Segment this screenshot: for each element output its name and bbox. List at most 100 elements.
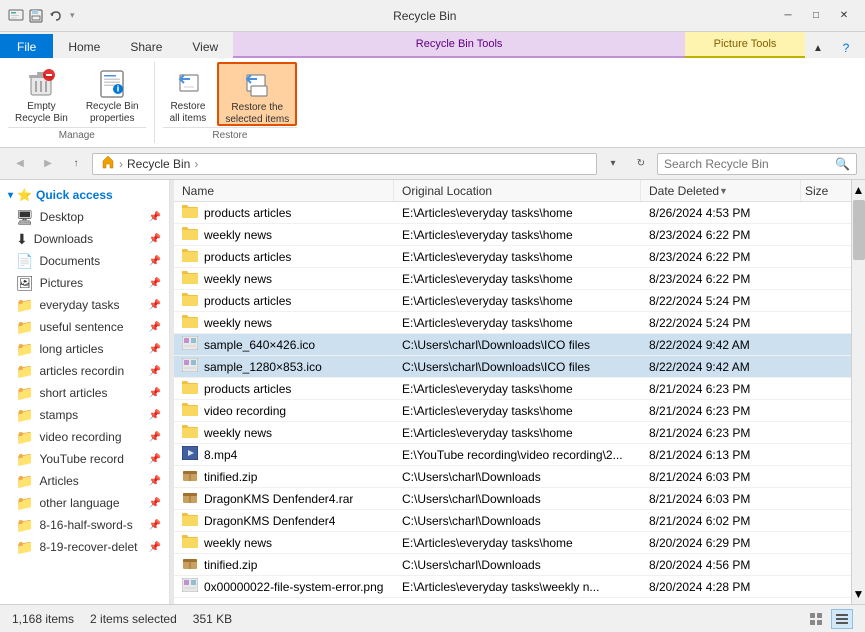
view-large-button[interactable] [805,609,827,629]
sidebar-item-8-16-half-sword[interactable]: 📁 8-16-half-sword-s 📌 [0,514,169,536]
table-row[interactable]: tinified.zip C:\Users\charl\Downloads 8/… [174,466,851,488]
sidebar-item-stamps[interactable]: 📁 stamps 📌 [0,404,169,426]
name-col-label: Name [182,184,214,198]
sidebar-item-video-recording[interactable]: 📁 video recording 📌 [0,426,169,448]
table-row[interactable]: DragonKMS Denfender4.rar C:\Users\charl\… [174,488,851,510]
table-row[interactable]: products articles E:\Articles\everyday t… [174,246,851,268]
file-date: 8/20/2024 4:56 PM [641,558,801,572]
everyday-tasks-label: everyday tasks [39,298,144,312]
long-articles-pin: 📌 [149,344,161,355]
file-list: products articles E:\Articles\everyday t… [174,202,851,604]
search-input[interactable] [664,157,835,171]
file-location: E:\Articles\everyday tasks\home [394,316,641,330]
empty-recycle-icon [25,67,57,99]
file-icon [182,424,198,441]
table-row[interactable]: DragonKMS Denfender4 C:\Users\charl\Down… [174,510,851,532]
sidebar-item-desktop[interactable]: 🖥 Desktop 📌 [0,206,169,228]
col-header-name[interactable]: Name [174,180,394,201]
useful-sentence-pin: 📌 [149,322,161,333]
short-articles-pin: 📌 [149,388,161,399]
file-location: E:\Articles\everyday tasks\home [394,536,641,550]
youtube-record-icon: 📁 [16,451,33,468]
video-recording-pin: 📌 [149,432,161,443]
col-header-location[interactable]: Original Location [394,180,641,201]
8-16-pin: 📌 [149,520,161,531]
sidebar-item-pictures[interactable]: 🖼 Pictures 📌 [0,272,169,294]
address-path[interactable]: › Recycle Bin › [92,153,597,175]
other-language-pin: 📌 [149,498,161,509]
search-box[interactable]: 🔍 [657,153,857,175]
col-header-date[interactable]: Date Deleted ▼ [641,180,801,201]
ribbon-collapse[interactable]: ▲ [805,38,831,58]
table-row[interactable]: products articles E:\Articles\everyday t… [174,290,851,312]
table-row[interactable]: video recording E:\Articles\everyday tas… [174,400,851,422]
quick-access-expand: ▾ [8,190,13,201]
tab-file[interactable]: File [0,34,53,58]
view-details-button[interactable] [831,609,853,629]
file-icon [182,292,198,309]
undo-icon[interactable] [48,8,64,24]
file-date: 8/21/2024 6:03 PM [641,492,801,506]
scroll-thumb[interactable] [853,200,865,260]
sidebar-item-articles[interactable]: 📁 Articles 📌 [0,470,169,492]
sidebar-item-8-19-recover[interactable]: 📁 8-19-recover-delet 📌 [0,536,169,558]
table-row[interactable]: weekly news E:\Articles\everyday tasks\h… [174,312,851,334]
sidebar-item-long-articles[interactable]: 📁 long articles 📌 [0,338,169,360]
view-controls [805,609,853,629]
forward-button[interactable]: ▶ [36,152,60,176]
size-col-label: Size [805,184,828,198]
file-name-cell: products articles [174,248,394,265]
file-name-cell: weekly news [174,226,394,243]
table-row[interactable]: products articles E:\Articles\everyday t… [174,378,851,400]
desktop-pin: 📌 [149,212,161,223]
scroll-up[interactable]: ▲ [852,180,865,200]
sidebar-item-everyday-tasks[interactable]: 📁 everyday tasks 📌 [0,294,169,316]
table-row[interactable]: weekly news E:\Articles\everyday tasks\h… [174,532,851,554]
recycle-bin-properties-button[interactable]: Recycle Binproperties [79,62,146,126]
scroll-track[interactable]: ▲ ▼ [851,180,865,604]
scroll-down[interactable]: ▼ [852,584,865,604]
sidebar-item-useful-sentence[interactable]: 📁 useful sentence 📌 [0,316,169,338]
tab-share[interactable]: Share [115,34,177,58]
minimize-button[interactable]: ─ [775,6,801,26]
file-icon [182,556,198,573]
file-location: E:\Articles\everyday tasks\home [394,426,641,440]
maximize-button[interactable]: □ [803,6,829,26]
table-row[interactable]: sample_1280×853.ico C:\Users\charl\Downl… [174,356,851,378]
empty-recycle-bin-button[interactable]: EmptyRecycle Bin [8,62,75,126]
restore-all-button[interactable]: Restoreall items [163,62,214,126]
table-row[interactable]: weekly news E:\Articles\everyday tasks\h… [174,268,851,290]
table-row[interactable]: sample_640×426.ico C:\Users\charl\Downlo… [174,334,851,356]
file-area: Name Original Location Date Deleted ▼ Si… [174,180,851,604]
back-button[interactable]: ◀ [8,152,32,176]
tab-view[interactable]: View [177,34,233,58]
refresh-button[interactable]: ↻ [629,152,653,176]
breadcrumb-current[interactable]: Recycle Bin [127,157,190,171]
table-row[interactable]: tinified.zip C:\Users\charl\Downloads 8/… [174,554,851,576]
table-row[interactable]: weekly news E:\Articles\everyday tasks\h… [174,224,851,246]
selected-size: 351 KB [193,612,232,626]
sidebar-section-quick-access[interactable]: ▾ ⭐ Quick access [0,184,169,206]
file-name: sample_640×426.ico [204,338,315,352]
table-row[interactable]: 8.mp4 E:\YouTube recording\video recordi… [174,444,851,466]
home-icon [101,155,115,172]
help-button[interactable]: ? [833,38,859,58]
sidebar-item-downloads[interactable]: ⬇ Downloads 📌 [0,228,169,250]
table-row[interactable]: products articles E:\Articles\everyday t… [174,202,851,224]
restore-selected-button[interactable]: Restore theselected items [217,62,297,126]
save-icon[interactable] [28,8,44,24]
sidebar-item-articles-recording[interactable]: 📁 articles recordin 📌 [0,360,169,382]
file-location: E:\Articles\everyday tasks\home [394,250,641,264]
sidebar-item-documents[interactable]: 📄 Documents 📌 [0,250,169,272]
sidebar-item-other-language[interactable]: 📁 other language 📌 [0,492,169,514]
col-header-size[interactable]: Size [801,180,851,201]
table-row[interactable]: weekly news E:\Articles\everyday tasks\h… [174,422,851,444]
sidebar-item-short-articles[interactable]: 📁 short articles 📌 [0,382,169,404]
close-button[interactable]: ✕ [831,6,857,26]
tab-home[interactable]: Home [53,34,115,58]
recent-locations-button[interactable]: ▾ [601,152,625,176]
sidebar-item-youtube-record[interactable]: 📁 YouTube record 📌 [0,448,169,470]
up-button[interactable]: ↑ [64,152,88,176]
table-row[interactable]: 0x00000022-file-system-error.png E:\Arti… [174,576,851,598]
file-name: weekly news [204,272,272,286]
